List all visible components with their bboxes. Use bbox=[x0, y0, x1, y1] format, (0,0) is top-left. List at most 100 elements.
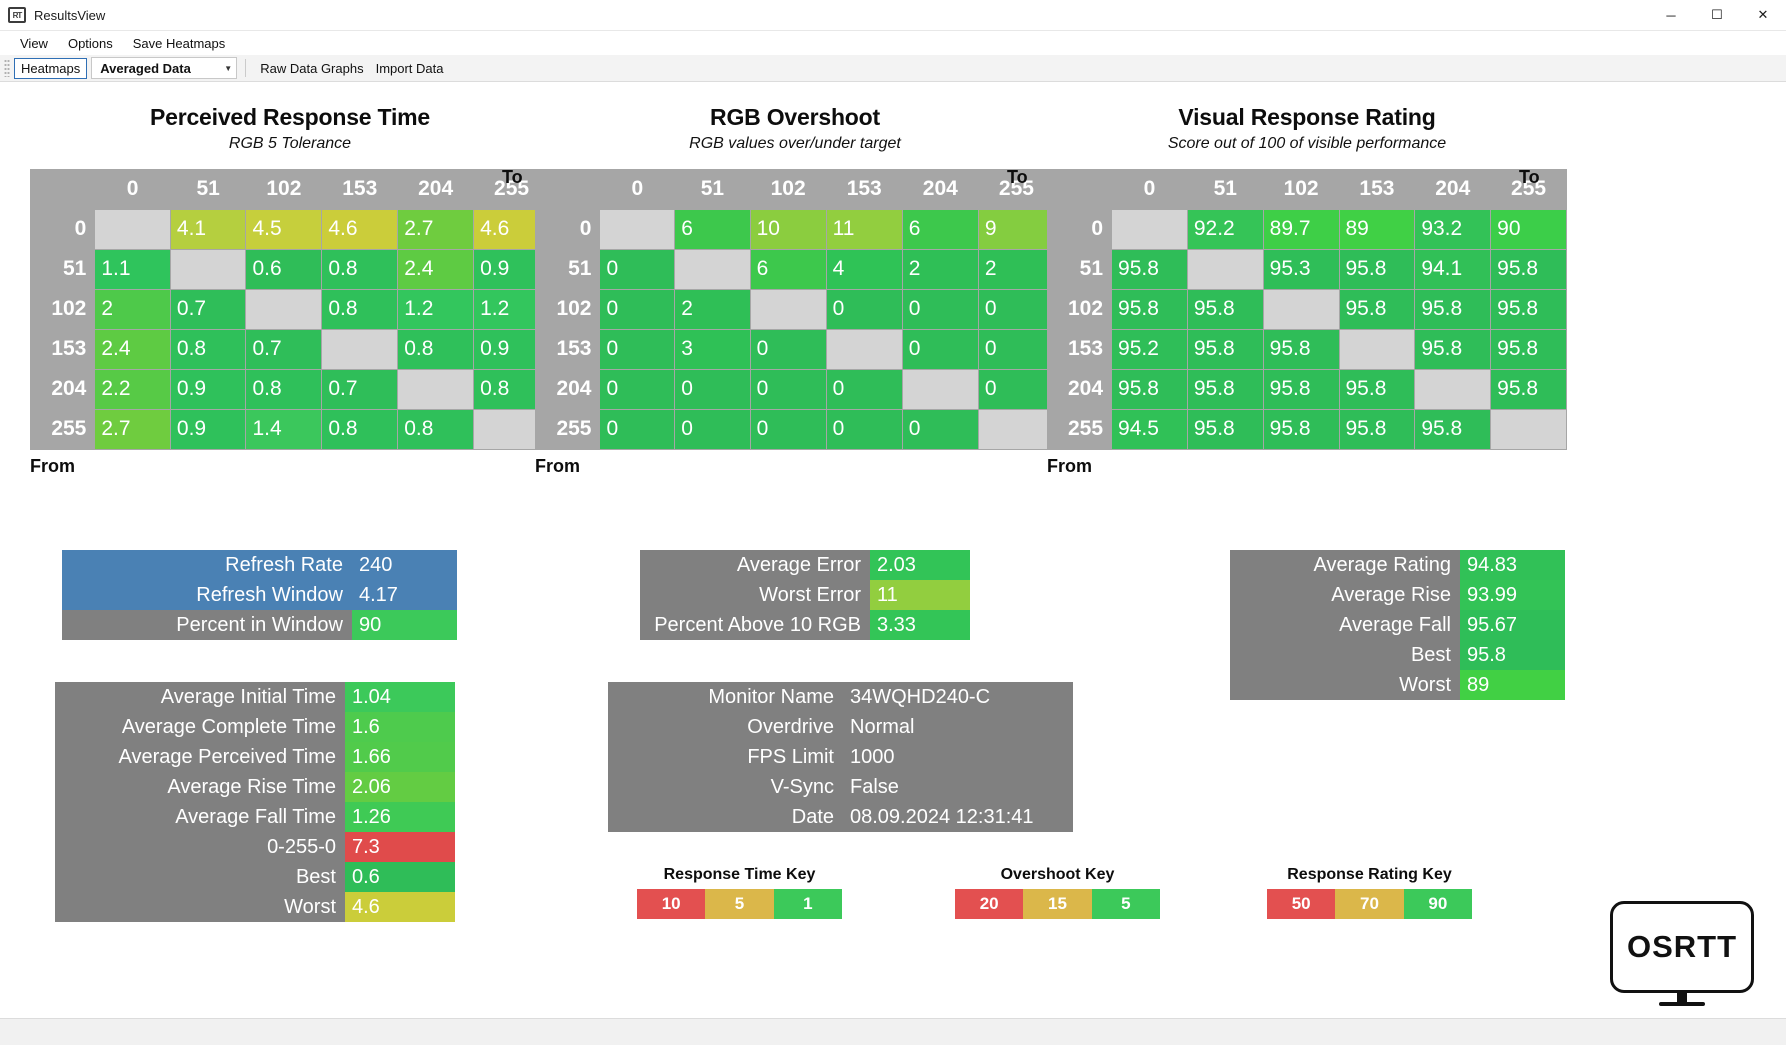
stat-value: 94.83 bbox=[1460, 550, 1565, 580]
heatmap-row-header: 102 bbox=[535, 289, 600, 329]
column-overshoot: RGB Overshoot RGB values over/under targ… bbox=[535, 104, 1055, 477]
heatmap-cell-empty bbox=[170, 249, 246, 289]
heatmap-col-header: 153 bbox=[826, 169, 902, 209]
heatmap-cell: 95.8 bbox=[1187, 409, 1263, 449]
dataset-dropdown[interactable]: Averaged Data ▼ bbox=[91, 57, 237, 79]
heatmap-cell: 0 bbox=[978, 369, 1054, 409]
response-time-stats-panel: Average Initial Time1.04Average Complete… bbox=[55, 682, 455, 922]
stat-label: FPS Limit bbox=[608, 742, 843, 772]
heatmap-cell: 2 bbox=[675, 289, 750, 329]
heatmap-cell: 0.8 bbox=[398, 329, 474, 369]
heatmap-cell-empty bbox=[1112, 209, 1188, 249]
heatmap-cell: 95.8 bbox=[1263, 369, 1339, 409]
key-swatch: 90 bbox=[1404, 889, 1472, 919]
key-response-time: Response Time Key 1051 bbox=[637, 866, 842, 919]
key-swatch: 15 bbox=[1023, 889, 1091, 919]
heatmap-row-header: 51 bbox=[1047, 249, 1112, 289]
heatmap-row-header: 153 bbox=[1047, 329, 1112, 369]
tab-heatmaps[interactable]: Heatmaps bbox=[14, 58, 87, 79]
heatmap-cell-empty bbox=[675, 249, 750, 289]
toolbar-grip-icon[interactable] bbox=[4, 59, 10, 77]
heatmap-2-subtitle: RGB values over/under target bbox=[535, 135, 1055, 153]
stat-value: 34WQHD240-C bbox=[843, 682, 1073, 712]
heatmap-cell: 2.2 bbox=[95, 369, 171, 409]
heatmap-2-table: 0511021532042550610116951064221020200015… bbox=[535, 169, 1055, 450]
heatmap-corner bbox=[535, 169, 600, 209]
close-button[interactable]: ✕ bbox=[1740, 0, 1786, 30]
stat-label: Overdrive bbox=[608, 712, 843, 742]
heatmap-row-header: 0 bbox=[535, 209, 600, 249]
column-rating: Visual Response Rating Score out of 100 … bbox=[1047, 104, 1567, 477]
heatmap-cell-empty bbox=[398, 369, 474, 409]
key-swatch: 5 bbox=[1092, 889, 1160, 919]
heatmap-cell: 2.4 bbox=[95, 329, 171, 369]
stat-row: Average Perceived Time1.66 bbox=[55, 742, 455, 772]
heatmap-cell: 2 bbox=[95, 289, 171, 329]
heatmap-cell: 6 bbox=[675, 209, 750, 249]
heatmap-cell: 2.7 bbox=[398, 209, 474, 249]
key-overshoot: Overshoot Key 20155 bbox=[955, 866, 1160, 919]
monitor-info-panel: Monitor Name34WQHD240-COverdriveNormalFP… bbox=[608, 682, 1073, 832]
stat-label: Best bbox=[55, 862, 345, 892]
heatmap-col-header: 153 bbox=[322, 169, 398, 209]
heatmap-cell: 0.8 bbox=[322, 289, 398, 329]
stat-value: 7.3 bbox=[345, 832, 455, 862]
maximize-button[interactable]: ☐ bbox=[1694, 0, 1740, 30]
stat-label: Worst bbox=[55, 892, 345, 922]
stat-value: 95.67 bbox=[1460, 610, 1565, 640]
heatmap-row: 10295.895.895.895.895.8 bbox=[1047, 289, 1567, 329]
stat-label: Worst Error bbox=[640, 580, 870, 610]
heatmap-row-header: 102 bbox=[30, 289, 95, 329]
stat-value: 1.04 bbox=[345, 682, 455, 712]
rating-stats-panel: Average Rating94.83Average Rise93.99Aver… bbox=[1230, 550, 1565, 700]
heatmap-cell: 0 bbox=[675, 409, 750, 449]
heatmap-row: 1532.40.80.70.80.9 bbox=[30, 329, 550, 369]
stat-row: Average Fall95.67 bbox=[1230, 610, 1565, 640]
heatmap-cell: 94.5 bbox=[1112, 409, 1188, 449]
heatmap-row-header: 51 bbox=[30, 249, 95, 289]
heatmap-row: 06101169 bbox=[535, 209, 1055, 249]
menu-item-options[interactable]: Options bbox=[58, 33, 123, 54]
menu-item-view[interactable]: View bbox=[10, 33, 58, 54]
osrtt-logo-text: OSRTT bbox=[1627, 929, 1737, 965]
heatmap-cell: 0 bbox=[826, 369, 902, 409]
heatmap-cell-empty bbox=[1263, 289, 1339, 329]
heatmap-row: 25500000 bbox=[535, 409, 1055, 449]
key-overshoot-row: 20155 bbox=[955, 889, 1160, 919]
heatmap-1-from-label: From bbox=[30, 456, 550, 477]
heatmap-row: 2042.20.90.80.70.8 bbox=[30, 369, 550, 409]
heatmap-cell: 0 bbox=[600, 249, 675, 289]
heatmap-cell: 95.8 bbox=[1491, 369, 1567, 409]
heatmap-cell-empty bbox=[1339, 329, 1415, 369]
tab-import-data[interactable]: Import Data bbox=[370, 59, 450, 78]
stat-label: Average Initial Time bbox=[55, 682, 345, 712]
rating-stats-table: Average Rating94.83Average Rise93.99Aver… bbox=[1230, 550, 1565, 700]
key-swatch: 20 bbox=[955, 889, 1023, 919]
key-overshoot-title: Overshoot Key bbox=[955, 866, 1160, 884]
heatmap-cell: 0.8 bbox=[246, 369, 322, 409]
heatmap-col-header: 51 bbox=[675, 169, 750, 209]
heatmap-row: 5195.895.395.894.195.8 bbox=[1047, 249, 1567, 289]
refresh-stats-panel: Refresh Rate240Refresh Window4.17Percent… bbox=[62, 550, 457, 640]
heatmap-col-header: 51 bbox=[1187, 169, 1263, 209]
heatmap-cell: 0 bbox=[978, 329, 1054, 369]
stat-row: Percent in Window90 bbox=[62, 610, 457, 640]
heatmap-corner bbox=[1047, 169, 1112, 209]
heatmap-2-title: RGB Overshoot bbox=[535, 104, 1055, 131]
heatmap-cell-empty bbox=[95, 209, 171, 249]
heatmap-row: 10220.70.81.21.2 bbox=[30, 289, 550, 329]
stat-label: Percent in Window bbox=[62, 610, 352, 640]
heatmap-2-from-label: From bbox=[535, 456, 1055, 477]
tab-raw-data-graphs[interactable]: Raw Data Graphs bbox=[254, 59, 369, 78]
heatmap-row-header: 0 bbox=[1047, 209, 1112, 249]
menu-item-save-heatmaps[interactable]: Save Heatmaps bbox=[123, 33, 236, 54]
stat-value: False bbox=[843, 772, 1073, 802]
heatmap-cell: 0.8 bbox=[322, 409, 398, 449]
stat-label: Monitor Name bbox=[608, 682, 843, 712]
minimize-button[interactable]: ─ bbox=[1648, 0, 1694, 30]
heatmap-cell: 0.9 bbox=[170, 409, 246, 449]
heatmap-1-table: 05110215320425504.14.54.62.74.6511.10.60… bbox=[30, 169, 550, 450]
column-response-time: Perceived Response Time RGB 5 Tolerance … bbox=[30, 104, 550, 477]
monitor-info-table: Monitor Name34WQHD240-COverdriveNormalFP… bbox=[608, 682, 1073, 832]
key-swatch: 5 bbox=[705, 889, 773, 919]
